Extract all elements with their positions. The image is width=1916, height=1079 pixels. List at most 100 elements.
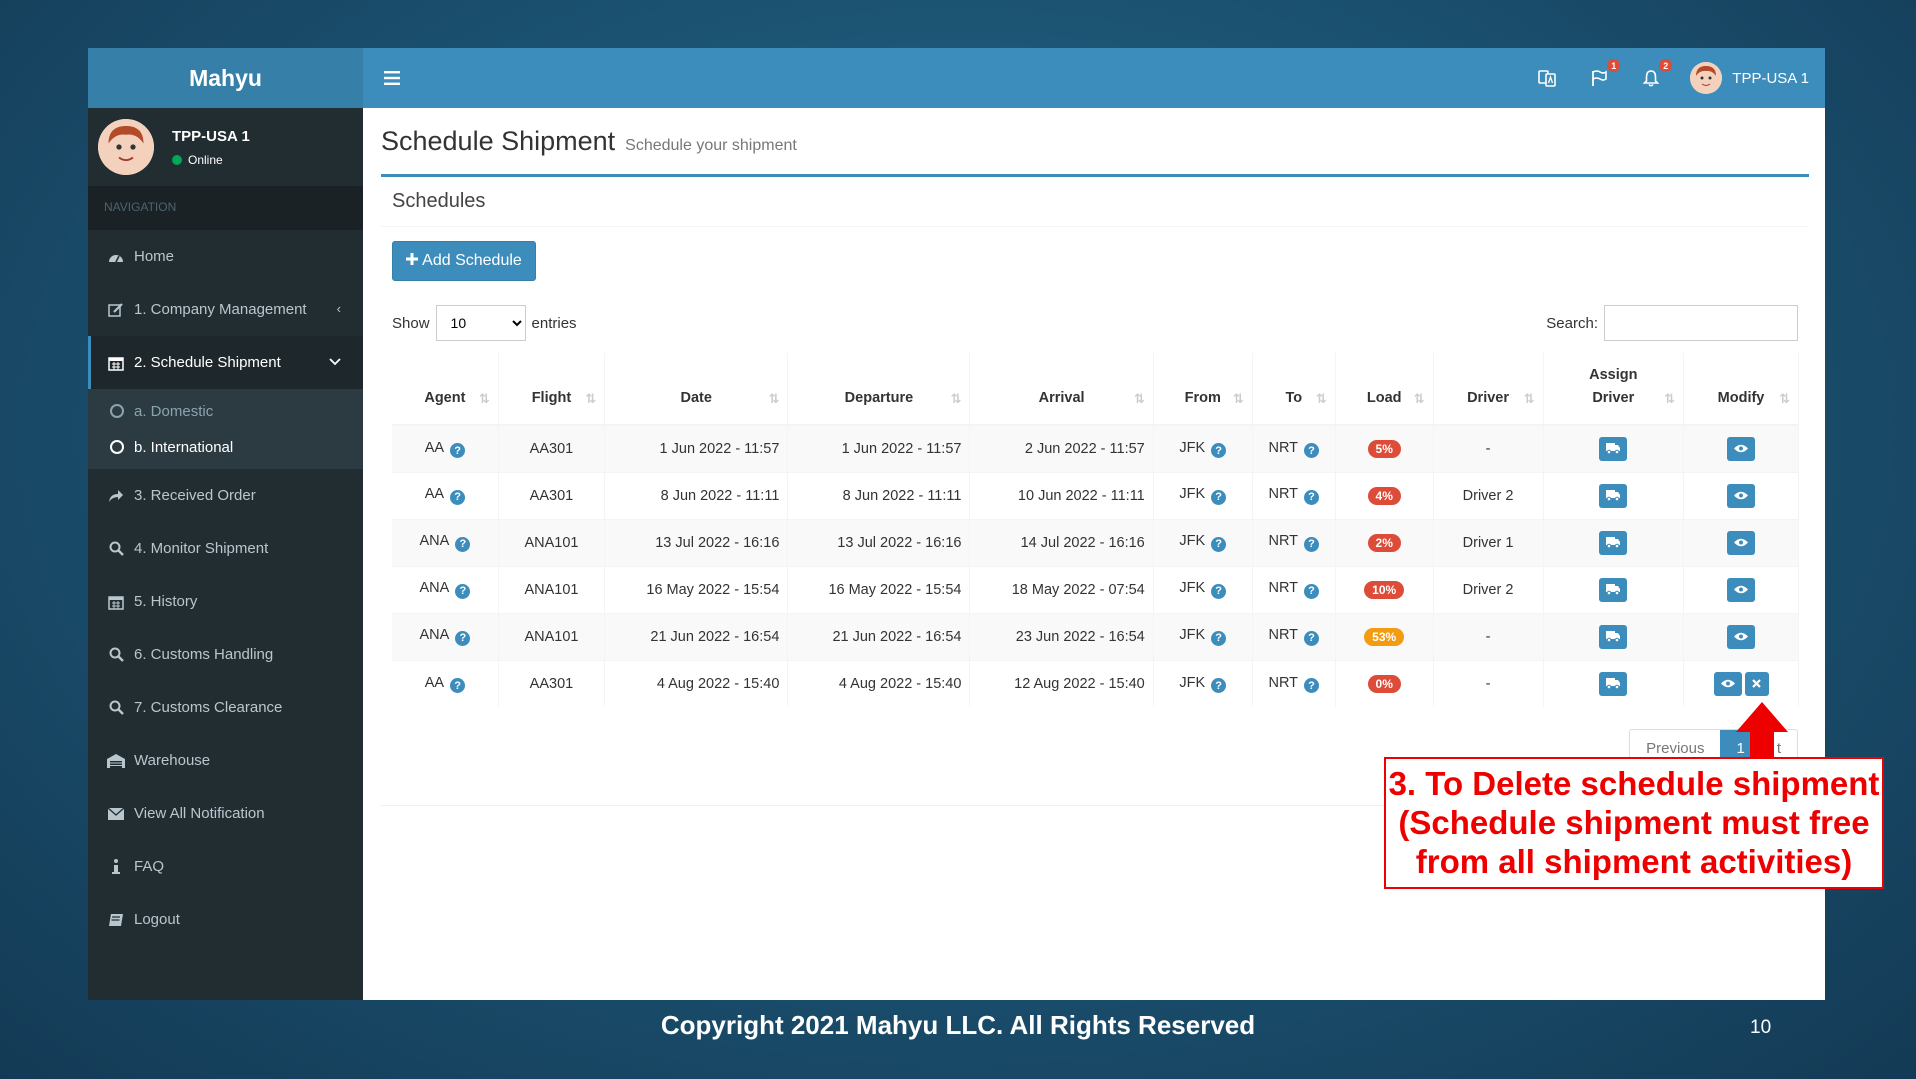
column-header-load[interactable]: Load ⇅ — [1335, 353, 1434, 426]
column-header-date[interactable]: Date ⇅ — [604, 353, 789, 426]
sidebar-item-schedule-shipment[interactable]: 2. Schedule Shipment — [88, 336, 363, 389]
cell-modify — [1683, 518, 1799, 566]
view-button[interactable] — [1727, 436, 1756, 461]
sort-icon: ⇅ — [768, 391, 780, 407]
share-icon — [106, 489, 126, 503]
help-icon[interactable]: ? — [1304, 583, 1320, 599]
help-icon[interactable]: ? — [1211, 489, 1227, 505]
bell-icon[interactable]: 2 — [1638, 59, 1673, 91]
column-header-assign-driver[interactable]: Assign Driver ⇅ — [1543, 353, 1685, 426]
sidebar-item-notifications[interactable]: View All Notification — [88, 787, 363, 840]
help-icon[interactable]: ? — [1211, 678, 1227, 693]
help-icon[interactable]: ? — [1304, 489, 1320, 505]
sidebar-item-faq[interactable]: FAQ — [88, 840, 363, 893]
sidebar-item-home[interactable]: Home — [88, 230, 363, 283]
column-header-agent[interactable]: Agent ⇅ — [392, 353, 499, 426]
view-button[interactable] — [1727, 577, 1756, 602]
search-icon — [106, 647, 126, 662]
entries-length-control: Show 10 entries — [392, 305, 577, 341]
help-icon[interactable]: ? — [1211, 583, 1227, 599]
column-header-from[interactable]: From ⇅ — [1153, 353, 1253, 426]
eye-icon — [1734, 585, 1749, 594]
sidebar-item-warehouse[interactable]: Warehouse — [88, 734, 363, 787]
sidebar-item-customs-clearance[interactable]: 7. Customs Clearance — [88, 681, 363, 734]
sidebar-item-label: 6. Customs Handling — [134, 646, 274, 663]
sidebar-item-customs-handling[interactable]: 6. Customs Handling — [88, 628, 363, 681]
view-button[interactable] — [1713, 671, 1742, 696]
help-icon[interactable]: ? — [455, 536, 471, 552]
sidebar-item-logout[interactable]: Logout — [88, 893, 363, 946]
search-input[interactable] — [1604, 305, 1798, 341]
sidebar-item-company-management[interactable]: 1. Company Management ‹ — [88, 283, 363, 336]
entries-label: entries — [531, 314, 577, 332]
header-label: To — [1285, 389, 1303, 406]
user-menu[interactable]: TPP-USA 1 — [1690, 62, 1809, 94]
help-icon[interactable]: ? — [1304, 630, 1320, 646]
truck-icon — [1606, 537, 1621, 548]
to-text: NRT — [1268, 533, 1299, 550]
assign-driver-button[interactable] — [1599, 436, 1628, 461]
assign-driver-button[interactable] — [1599, 577, 1628, 602]
cell-assign-driver — [1543, 612, 1685, 660]
help-icon[interactable]: ? — [1211, 536, 1227, 552]
column-header-departure[interactable]: Departure ⇅ — [787, 353, 971, 426]
help-icon[interactable]: ? — [455, 630, 471, 646]
sidebar-item-history[interactable]: 5. History — [88, 575, 363, 628]
truck-icon — [1606, 584, 1621, 595]
sidebar-item-received-order[interactable]: 3. Received Order — [88, 469, 363, 522]
menu-toggle-icon[interactable] — [378, 64, 406, 92]
table-row: AA? AA301 4 Aug 2022 - 15:40 4 Aug 2022 - 1… — [392, 659, 1799, 707]
language-icon[interactable] — [1534, 65, 1560, 91]
flag-icon[interactable]: 1 — [1586, 59, 1621, 91]
column-header-driver[interactable]: Driver ⇅ — [1433, 353, 1544, 426]
column-header-to[interactable]: To ⇅ — [1252, 353, 1336, 426]
help-icon[interactable]: ? — [450, 678, 466, 693]
help-icon[interactable]: ? — [1304, 443, 1320, 458]
help-icon[interactable]: ? — [455, 583, 471, 599]
help-icon[interactable]: ? — [450, 443, 466, 458]
cell-arrival: 10 Jun 2022 - 11:11 — [969, 471, 1154, 519]
help-icon[interactable]: ? — [1211, 443, 1227, 458]
delete-button[interactable] — [1744, 671, 1769, 696]
agent-text: AA — [424, 486, 445, 503]
view-button[interactable] — [1727, 530, 1756, 555]
add-schedule-button[interactable]: Add Schedule — [392, 241, 536, 281]
truck-icon — [1606, 631, 1621, 642]
cell-driver: Driver 2 — [1433, 471, 1544, 519]
brand-logo[interactable]: Mahyu — [88, 48, 363, 108]
agent-text: ANA — [419, 533, 450, 550]
to-text: NRT — [1268, 439, 1299, 456]
entries-select[interactable]: 10 — [435, 305, 526, 341]
help-icon[interactable]: ? — [450, 489, 466, 505]
assign-driver-button[interactable] — [1599, 624, 1628, 649]
view-button[interactable] — [1727, 624, 1756, 649]
page-subtitle: Schedule your shipment — [625, 137, 797, 154]
column-header-flight[interactable]: Flight ⇅ — [498, 353, 606, 426]
assign-driver-button[interactable] — [1599, 671, 1628, 696]
assign-driver-button[interactable] — [1599, 530, 1628, 555]
to-text: NRT — [1268, 627, 1299, 644]
sidebar-subitem-international[interactable]: b. International — [88, 429, 363, 465]
assign-driver-button[interactable] — [1599, 483, 1628, 508]
help-icon[interactable]: ? — [1304, 678, 1320, 693]
help-icon[interactable]: ? — [1211, 630, 1227, 646]
view-button[interactable] — [1727, 483, 1756, 508]
schedules-table: Agent ⇅ Flight ⇅ Date ⇅ Departure ⇅ Arrival ⇅… — [392, 353, 1799, 707]
bell-badge: 2 — [1659, 59, 1673, 72]
annotation-arrow-icon — [1736, 702, 1788, 762]
column-header-modify[interactable]: Modify ⇅ — [1683, 353, 1799, 426]
load-badge: 2% — [1367, 533, 1401, 552]
cell-to: NRT? — [1252, 612, 1336, 660]
column-header-arrival[interactable]: Arrival ⇅ — [969, 353, 1154, 426]
cell-assign-driver — [1543, 424, 1685, 472]
load-badge: 5% — [1367, 439, 1401, 458]
sidebar-user-name: TPP-USA 1 — [172, 127, 250, 145]
cell-agent: AA? — [392, 471, 499, 519]
cell-arrival: 14 Jul 2022 - 16:16 — [969, 518, 1154, 566]
sidebar-subitem-domestic[interactable]: a. Domestic — [88, 393, 363, 429]
schedule-submenu: a. Domestic b. International — [88, 389, 363, 469]
cell-load: 4% — [1335, 471, 1434, 519]
sidebar-item-monitor-shipment[interactable]: 4. Monitor Shipment — [88, 522, 363, 575]
help-icon[interactable]: ? — [1304, 536, 1320, 552]
agent-text: AA — [424, 674, 445, 691]
